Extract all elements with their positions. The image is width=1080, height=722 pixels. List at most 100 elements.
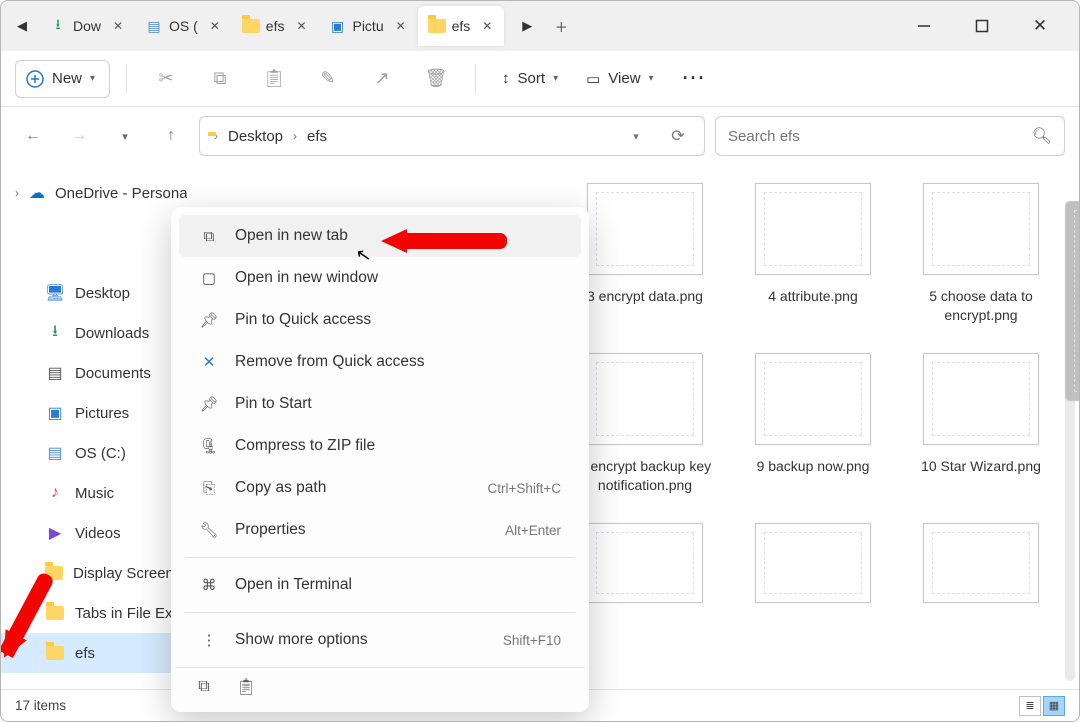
close-icon[interactable]: ✕ — [390, 15, 412, 37]
close-icon[interactable]: ✕ — [204, 15, 226, 37]
tree-desktop[interactable]: 🖥︎Desktop — [1, 273, 187, 313]
copy-icon[interactable]: ⧉ — [193, 676, 215, 698]
tree-efs[interactable]: efs — [1, 633, 187, 673]
tree-pictures[interactable]: ▣Pictures — [1, 393, 187, 433]
copy-button[interactable]: ⧉ — [197, 57, 243, 101]
folder-icon — [45, 603, 65, 623]
cm-properties[interactable]: 🔧︎ Properties Alt+Enter — [179, 509, 581, 551]
document-icon: ▤ — [45, 363, 65, 383]
share-button[interactable]: ↗ — [359, 57, 405, 101]
tab-label: Dow — [73, 18, 101, 34]
file-item[interactable]: 4 attribute.png — [733, 183, 893, 325]
cm-label: Remove from Quick access — [235, 353, 425, 371]
refresh-button[interactable]: ⟳ — [660, 118, 696, 154]
tab-scroll-right[interactable]: ▶ — [510, 9, 544, 43]
file-item[interactable]: 8 encrypt backup key notification.png — [565, 353, 725, 495]
tab-label: OS ( — [169, 18, 198, 34]
tree-display[interactable]: Display Screen — [1, 553, 187, 593]
tree-label: Display Screen — [73, 565, 174, 582]
address-bar[interactable]: › Desktop › efs ▾ ⟳ — [199, 116, 705, 156]
delete-button[interactable]: 🗑︎ — [413, 57, 459, 101]
back-button[interactable]: ← — [15, 118, 51, 154]
paste-icon[interactable]: 📋︎ — [235, 676, 257, 698]
search-box[interactable]: 🔍︎ — [715, 116, 1065, 156]
tree-label: efs — [75, 645, 95, 662]
view-button[interactable]: ▭ View ▾ — [576, 61, 663, 97]
tree-documents[interactable]: ▤Documents — [1, 353, 187, 393]
tab-efs-1[interactable]: efs ✕ — [232, 6, 319, 46]
recent-button[interactable]: ▾ — [107, 118, 143, 154]
tab-scroll-left[interactable]: ◀ — [5, 9, 39, 43]
details-view-button[interactable]: ≣ — [1019, 696, 1041, 716]
search-input[interactable] — [728, 128, 1032, 145]
cm-open-new-tab[interactable]: ⧉ Open in new tab — [179, 215, 581, 257]
tab-os[interactable]: ▤ OS ( ✕ — [135, 6, 232, 46]
cm-show-more[interactable]: ⋮ Show more options Shift+F10 — [179, 619, 581, 661]
zip-icon: 🗜︎ — [199, 436, 219, 456]
maximize-button[interactable] — [959, 12, 1005, 40]
file-item[interactable] — [733, 523, 893, 615]
cm-label: Pin to Start — [235, 395, 312, 413]
more-button[interactable]: ··· — [672, 57, 718, 101]
close-icon[interactable]: ✕ — [107, 15, 129, 37]
scroll-thumb[interactable] — [1065, 201, 1079, 401]
close-icon[interactable]: ✕ — [476, 15, 498, 37]
file-name: 5 choose data to encrypt.png — [901, 287, 1061, 325]
cm-label: Copy as path — [235, 479, 326, 497]
cm-compress-zip[interactable]: 🗜︎ Compress to ZIP file — [179, 425, 581, 467]
chevron-right-icon: › — [293, 129, 297, 143]
tab-pictures[interactable]: ▣ Pictu ✕ — [318, 6, 417, 46]
cm-copy-path[interactable]: ⎘ Copy as path Ctrl+Shift+C — [179, 467, 581, 509]
cm-shortcut: Alt+Enter — [505, 523, 561, 538]
close-window-button[interactable]: ✕ — [1017, 12, 1063, 40]
file-item[interactable] — [565, 523, 725, 615]
annotation-arrow-left — [381, 229, 507, 253]
cm-open-terminal[interactable]: ⌘ Open in Terminal — [179, 564, 581, 606]
new-button[interactable]: New ▾ — [15, 60, 110, 98]
cm-label: Show more options — [235, 631, 368, 649]
file-item[interactable]: 5 choose data to encrypt.png — [901, 183, 1061, 325]
tab-downloads[interactable]: ⭳ Dow ✕ — [39, 6, 135, 46]
breadcrumb-efs[interactable]: efs — [303, 128, 331, 145]
paste-button[interactable]: 📋︎ — [251, 57, 297, 101]
tree-downloads[interactable]: ⭳Downloads — [1, 313, 187, 353]
file-item[interactable]: 9 backup now.png — [733, 353, 893, 495]
tree-videos[interactable]: ▶Videos — [1, 513, 187, 553]
tree-music[interactable]: ♪Music — [1, 473, 187, 513]
cm-label: Open in new tab — [235, 227, 348, 245]
sort-button[interactable]: ↕ Sort ▾ — [492, 61, 568, 97]
chevron-down-icon[interactable]: ▾ — [618, 118, 654, 154]
file-item[interactable]: 3 encrypt data.png — [565, 183, 725, 325]
breadcrumb-desktop[interactable]: Desktop — [224, 128, 287, 145]
cm-remove-quick-access[interactable]: ✕ Remove from Quick access — [179, 341, 581, 383]
cm-pin-quick-access[interactable]: 📌︎ Pin to Quick access — [179, 299, 581, 341]
scrollbar-vertical[interactable] — [1065, 201, 1075, 681]
file-item[interactable] — [901, 523, 1061, 615]
search-icon[interactable]: 🔍︎ — [1032, 126, 1052, 146]
up-button[interactable]: ↑ — [153, 118, 189, 154]
rename-button[interactable]: ✎ — [305, 57, 351, 101]
drive-icon: ▤ — [45, 443, 65, 463]
tree-label: OneDrive - Personal — [55, 185, 187, 202]
tree-os[interactable]: ▤OS (C:) — [1, 433, 187, 473]
forward-button[interactable]: → — [61, 118, 97, 154]
minimize-button[interactable] — [901, 12, 947, 40]
cm-open-new-window[interactable]: ▢ Open in new window — [179, 257, 581, 299]
tree-onedrive[interactable]: › ☁ OneDrive - Personal — [1, 173, 187, 213]
folder-icon — [242, 17, 260, 35]
file-name: 9 backup now.png — [733, 457, 893, 476]
icons-view-button[interactable]: ▦ — [1043, 696, 1065, 716]
tab-efs-active[interactable]: efs ✕ — [418, 6, 505, 46]
close-icon[interactable]: ✕ — [290, 15, 312, 37]
remove-icon: ✕ — [199, 352, 219, 372]
new-tab-button[interactable]: ＋ — [544, 9, 578, 43]
thumbnail — [755, 353, 871, 445]
tab-icon: ⧉ — [199, 226, 219, 246]
cm-pin-start[interactable]: 📌︎ Pin to Start — [179, 383, 581, 425]
cut-button[interactable]: ✂ — [143, 57, 189, 101]
chevron-right-icon[interactable]: › — [15, 186, 19, 200]
cm-label: Properties — [235, 521, 306, 539]
view-label: View — [608, 70, 640, 87]
path-icon: ⎘ — [199, 478, 219, 498]
file-item[interactable]: 10 Star Wizard.png — [901, 353, 1061, 495]
